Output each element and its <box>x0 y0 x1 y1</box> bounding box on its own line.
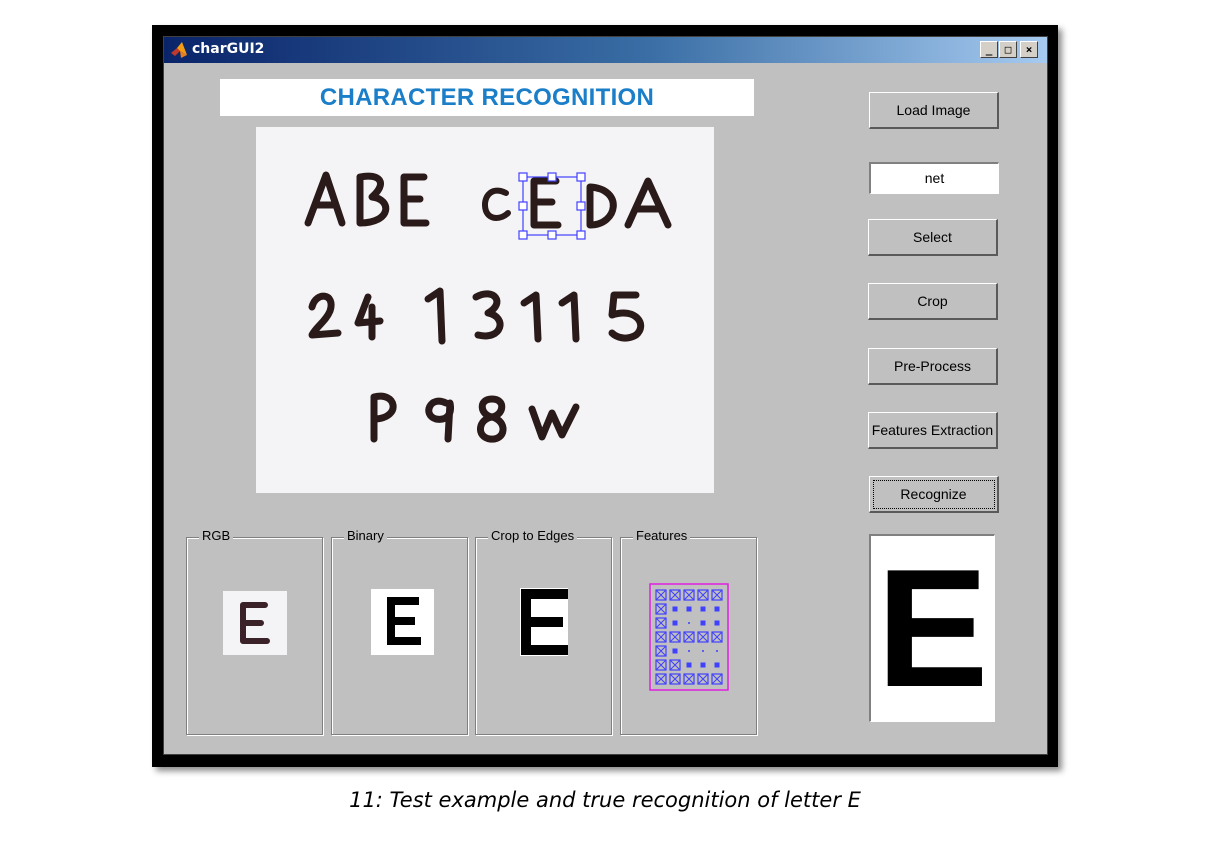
figure-caption: 11: Test example and true recognition of… <box>349 788 861 812</box>
feature-cell <box>686 606 692 612</box>
feature-cell-cross <box>683 589 695 601</box>
recognized-letter: E <box>876 534 989 722</box>
features-grid <box>649 583 729 691</box>
feature-cell-cross <box>683 673 695 685</box>
features-panel: Features <box>620 528 757 735</box>
crop-to-edges-panel: Crop to Edges <box>475 528 612 735</box>
window-title: charGUI2 <box>192 41 265 57</box>
feature-cell <box>714 620 720 626</box>
rgb-letter-image <box>240 602 270 644</box>
features-panel-title: Features <box>633 528 691 543</box>
binary-thumbnail <box>371 589 434 655</box>
feature-cell <box>702 650 704 652</box>
recognize-button[interactable]: Recognize <box>869 476 999 513</box>
header-title: CHARACTER RECOGNITION <box>319 84 655 111</box>
feature-cell-cross <box>711 673 723 685</box>
feature-cell-cross <box>655 659 667 671</box>
feature-cell-cross <box>683 631 695 643</box>
handwritten-sample-image <box>304 171 672 443</box>
feature-cell-cross <box>655 603 667 615</box>
feature-cell-cross <box>711 631 723 643</box>
header-banner: CHARACTER RECOGNITION <box>220 79 754 116</box>
rgb-panel: RGB <box>186 528 323 735</box>
matlab-logo-icon <box>171 42 187 58</box>
feature-cell <box>700 620 706 626</box>
title-bar[interactable]: charGUI2 _ □ × <box>164 37 1047 63</box>
feature-cell-cross <box>655 589 667 601</box>
feature-cell <box>672 648 678 654</box>
maximize-icon[interactable]: □ <box>999 41 1017 58</box>
feature-cell-cross <box>669 589 681 601</box>
feature-cell <box>672 620 678 626</box>
feature-cell-cross <box>655 673 667 685</box>
features-grid-image <box>649 583 729 691</box>
feature-cell-cross <box>655 645 667 657</box>
chargui-window: charGUI2 _ □ × CHARACTER RECOGNITION Loa… <box>163 36 1048 755</box>
minimize-icon[interactable]: _ <box>980 41 998 58</box>
crop-letter-image <box>521 589 569 655</box>
crop-to-edges-panel-title: Crop to Edges <box>488 528 578 543</box>
binary-panel: Binary <box>331 528 468 735</box>
pre-process-label: Pre-Process <box>893 357 972 374</box>
feature-cell-cross <box>697 631 709 643</box>
select-label: Select <box>913 228 952 245</box>
features-extraction-label: Features Extraction <box>871 421 994 438</box>
crop-label: Crop <box>917 292 948 309</box>
feature-cell <box>686 662 692 668</box>
result-display: E <box>869 534 995 722</box>
pre-process-button[interactable]: Pre-Process <box>868 348 998 385</box>
network-name-field[interactable]: net <box>869 162 999 194</box>
feature-cell-cross <box>669 631 681 643</box>
feature-cell-cross <box>669 673 681 685</box>
feature-cell-cross <box>655 631 667 643</box>
load-image-button[interactable]: Load Image <box>869 92 999 129</box>
feature-cell <box>714 662 720 668</box>
input-image-axes[interactable] <box>256 127 714 493</box>
feature-cell-cross <box>697 673 709 685</box>
load-image-label: Load Image <box>896 101 971 118</box>
feature-cell <box>700 606 706 612</box>
rgb-thumbnail <box>223 591 287 655</box>
feature-cell-cross <box>711 589 723 601</box>
binary-letter-image <box>387 597 421 645</box>
binary-panel-title: Binary <box>344 528 387 543</box>
feature-cell <box>716 650 718 652</box>
feature-cell <box>688 650 690 652</box>
recognize-label: Recognize <box>872 479 996 510</box>
feature-cell-cross <box>669 659 681 671</box>
feature-cell-cross <box>655 617 667 629</box>
select-button[interactable]: Select <box>868 219 998 256</box>
crop-thumbnail <box>520 588 569 656</box>
feature-cell <box>688 622 690 624</box>
features-extraction-button[interactable]: Features Extraction <box>868 412 998 449</box>
crop-button[interactable]: Crop <box>868 283 998 320</box>
feature-cell-cross <box>697 589 709 601</box>
close-icon[interactable]: × <box>1020 41 1038 58</box>
feature-cell <box>714 606 720 612</box>
feature-cell <box>672 606 678 612</box>
feature-cell <box>700 662 706 668</box>
rgb-panel-title: RGB <box>199 528 234 543</box>
